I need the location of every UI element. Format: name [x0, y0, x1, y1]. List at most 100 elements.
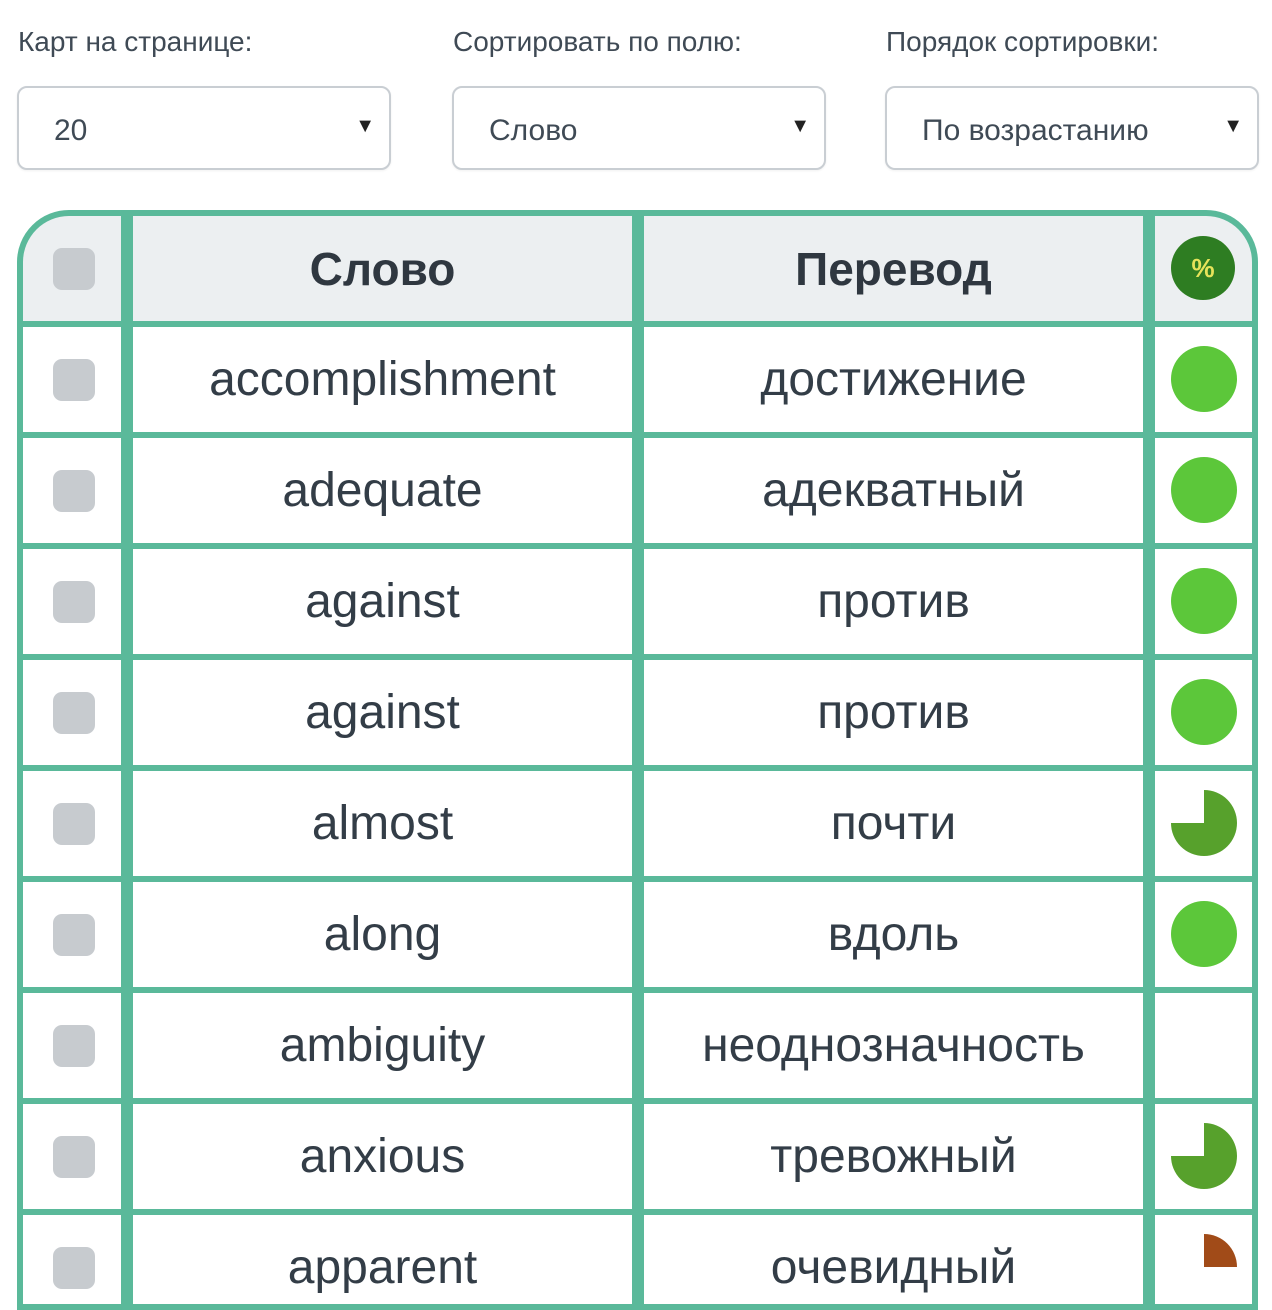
sort-order-select[interactable]: По возрастанию ▼ — [885, 86, 1259, 170]
row-select-cell — [23, 660, 121, 765]
progress-pie-icon — [1171, 568, 1237, 634]
translation-cell: против — [644, 549, 1143, 654]
row-select-cell — [23, 1104, 121, 1209]
progress-pie-icon — [1171, 346, 1237, 412]
progress-pie-icon — [1204, 1234, 1237, 1267]
translation-cell: достижение — [644, 327, 1143, 432]
sort-field-select[interactable]: Слово ▼ — [452, 86, 826, 170]
translation-cell: очевидный — [644, 1215, 1143, 1304]
row-checkbox[interactable] — [53, 692, 95, 734]
row-select-cell — [23, 1215, 121, 1304]
cards-table: Слово Перевод % accomplishment достижение… — [17, 210, 1258, 1310]
header-translation-cell[interactable]: Перевод — [644, 216, 1143, 321]
word-text: apparent — [287, 1241, 478, 1294]
word-cell: along — [133, 882, 632, 987]
translation-text: вдоль — [827, 908, 960, 961]
translation-cell: вдоль — [644, 882, 1143, 987]
progress-cell — [1155, 549, 1252, 654]
progress-fill — [1171, 790, 1237, 856]
row-checkbox[interactable] — [53, 914, 95, 956]
word-text: ambiguity — [279, 1019, 486, 1072]
table-row[interactable]: anxious тревожный — [23, 1104, 1252, 1209]
dropdown-arrow-icon: ▼ — [1223, 115, 1243, 137]
sort-field-label: Сортировать по полю: — [453, 26, 742, 57]
cards-per-page-value: 20 — [54, 114, 88, 147]
row-checkbox[interactable] — [53, 1025, 95, 1067]
row-select-cell — [23, 549, 121, 654]
row-checkbox[interactable] — [53, 1136, 95, 1178]
word-cell: against — [133, 660, 632, 765]
progress-fill — [1171, 568, 1237, 634]
word-cell: accomplishment — [133, 327, 632, 432]
translation-text: против — [817, 686, 970, 739]
word-text: adequate — [282, 464, 483, 517]
progress-fill — [1171, 901, 1237, 967]
sort-order-value: По возрастанию — [922, 114, 1149, 147]
translation-text: тревожный — [770, 1130, 1017, 1183]
progress-cell — [1155, 438, 1252, 543]
table-row[interactable]: along вдоль — [23, 882, 1252, 987]
progress-fill — [1171, 457, 1237, 523]
table-row[interactable]: almost почти — [23, 771, 1252, 876]
progress-cell — [1155, 882, 1252, 987]
dropdown-arrow-icon: ▼ — [355, 115, 375, 137]
translation-text: очевидный — [770, 1241, 1017, 1294]
progress-cell — [1155, 327, 1252, 432]
progress-fill — [1171, 679, 1237, 745]
progress-fill — [1171, 346, 1237, 412]
word-cell: against — [133, 549, 632, 654]
row-checkbox[interactable] — [53, 581, 95, 623]
sort-field-value: Слово — [489, 114, 578, 147]
word-cell: almost — [133, 771, 632, 876]
progress-cell — [1155, 1104, 1252, 1209]
progress-fill — [1171, 1123, 1237, 1189]
cards-per-page-select[interactable]: 20 ▼ — [17, 86, 391, 170]
translation-text: достижение — [760, 353, 1027, 406]
word-text: accomplishment — [209, 353, 556, 406]
translation-cell: против — [644, 660, 1143, 765]
progress-cell — [1155, 1215, 1252, 1304]
list-controls: Карт на странице: 20 ▼ Сортировать по по… — [0, 0, 1272, 200]
row-select-cell — [23, 771, 121, 876]
table-row[interactable]: ambiguity неоднозначность — [23, 993, 1252, 1098]
row-select-cell — [23, 327, 121, 432]
word-cell: anxious — [133, 1104, 632, 1209]
translation-text: адекватный — [762, 464, 1025, 517]
table-row[interactable]: accomplishment достижение — [23, 327, 1252, 432]
header-translation-label: Перевод — [795, 242, 992, 295]
word-text: along — [323, 908, 442, 961]
table-header-row: Слово Перевод % — [23, 216, 1252, 321]
sort-order-label: Порядок сортировки: — [886, 26, 1160, 57]
progress-cell — [1155, 771, 1252, 876]
progress-pie-icon — [1171, 679, 1237, 745]
row-select-cell — [23, 882, 121, 987]
table-row[interactable]: against против — [23, 660, 1252, 765]
row-checkbox[interactable] — [53, 803, 95, 845]
row-checkbox[interactable] — [53, 359, 95, 401]
table-row[interactable]: apparent очевидный — [23, 1215, 1252, 1304]
word-text: against — [305, 575, 460, 628]
progress-pie-icon — [1171, 901, 1237, 967]
translation-cell: адекватный — [644, 438, 1143, 543]
header-progress-cell[interactable]: % — [1155, 216, 1252, 321]
header-select-cell — [23, 216, 121, 321]
row-checkbox[interactable] — [53, 470, 95, 512]
row-select-cell — [23, 438, 121, 543]
progress-fill — [1204, 1234, 1237, 1267]
header-word-label: Слово — [309, 242, 456, 295]
word-text: anxious — [299, 1130, 466, 1183]
row-select-cell — [23, 993, 121, 1098]
progress-cell — [1155, 660, 1252, 765]
percent-icon: % — [1171, 236, 1235, 300]
table-row[interactable]: adequate адекватный — [23, 438, 1252, 543]
cards-per-page-label: Карт на странице: — [18, 26, 253, 57]
select-all-checkbox[interactable] — [53, 248, 95, 290]
progress-cell — [1155, 993, 1252, 1098]
header-word-cell[interactable]: Слово — [133, 216, 632, 321]
translation-text: почти — [830, 797, 957, 850]
row-checkbox[interactable] — [53, 1247, 95, 1289]
translation-cell: почти — [644, 771, 1143, 876]
word-cell: apparent — [133, 1215, 632, 1304]
translation-cell: неоднозначность — [644, 993, 1143, 1098]
table-row[interactable]: against против — [23, 549, 1252, 654]
